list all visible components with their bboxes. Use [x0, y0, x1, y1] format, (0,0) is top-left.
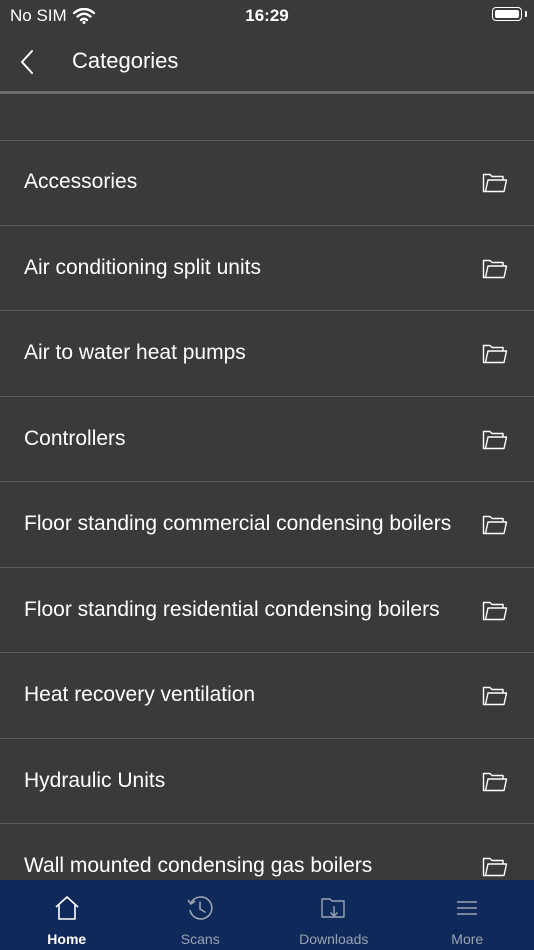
category-row[interactable]: Floor standing residential condensing bo… — [0, 568, 534, 653]
category-label: Air conditioning split units — [24, 255, 261, 279]
battery-icon — [492, 7, 522, 21]
category-row[interactable]: Air conditioning split units — [0, 226, 534, 311]
category-label: Controllers — [24, 426, 126, 450]
battery-nub — [525, 11, 527, 17]
category-row[interactable]: Heat recovery ventilation — [0, 653, 534, 739]
tab-label: More — [451, 931, 484, 947]
navigation-bar: Categories — [0, 32, 534, 92]
tab-scans[interactable]: Scans — [134, 880, 268, 950]
tab-label: Home — [47, 931, 87, 947]
status-time: 16:29 — [245, 6, 289, 25]
category-label: Floor standing residential condensing bo… — [24, 597, 440, 621]
category-row[interactable]: Hydraulic Units — [0, 739, 534, 824]
category-row[interactable]: Wall mounted condensing gas boilers — [0, 824, 534, 880]
downloads-folder-icon — [320, 894, 348, 922]
category-list: Accessories Air conditioning split units A… — [0, 140, 534, 880]
tab-more[interactable]: More — [401, 880, 534, 950]
folder-icon — [482, 258, 508, 280]
category-row[interactable]: Accessories — [0, 140, 534, 226]
tab-label: Scans — [180, 931, 220, 947]
tab-home[interactable]: Home — [0, 880, 134, 950]
category-label: Wall mounted condensing gas boilers — [24, 854, 373, 877]
tab-bar: Home Scans Downloads More — [0, 880, 534, 950]
status-bar: No SIM 16:29 — [0, 0, 534, 32]
folder-icon — [482, 856, 508, 878]
category-label: Heat recovery ventilation — [24, 683, 256, 706]
folder-icon — [482, 771, 508, 793]
folder-icon — [482, 172, 508, 194]
tab-downloads[interactable]: Downloads — [267, 880, 401, 950]
folder-icon — [482, 429, 508, 451]
back-chevron-icon[interactable] — [16, 48, 38, 76]
nav-divider — [0, 91, 534, 94]
category-label: Air to water heat pumps — [24, 341, 246, 364]
home-icon — [53, 894, 81, 922]
category-row[interactable]: Floor standing commercial condensing boi… — [0, 482, 534, 568]
category-label: Hydraulic Units — [24, 768, 166, 792]
category-label: Accessories — [24, 170, 138, 193]
folder-icon — [482, 343, 508, 365]
history-icon — [186, 894, 214, 922]
category-row[interactable]: Air to water heat pumps — [0, 311, 534, 397]
folder-icon — [482, 600, 508, 622]
category-label: Floor standing commercial condensing boi… — [24, 512, 452, 535]
tab-label: Downloads — [299, 931, 369, 947]
folder-icon — [482, 514, 508, 536]
folder-icon — [482, 685, 508, 707]
menu-icon — [453, 894, 481, 922]
page-title: Categories — [72, 48, 179, 73]
category-row[interactable]: Controllers — [0, 397, 534, 482]
